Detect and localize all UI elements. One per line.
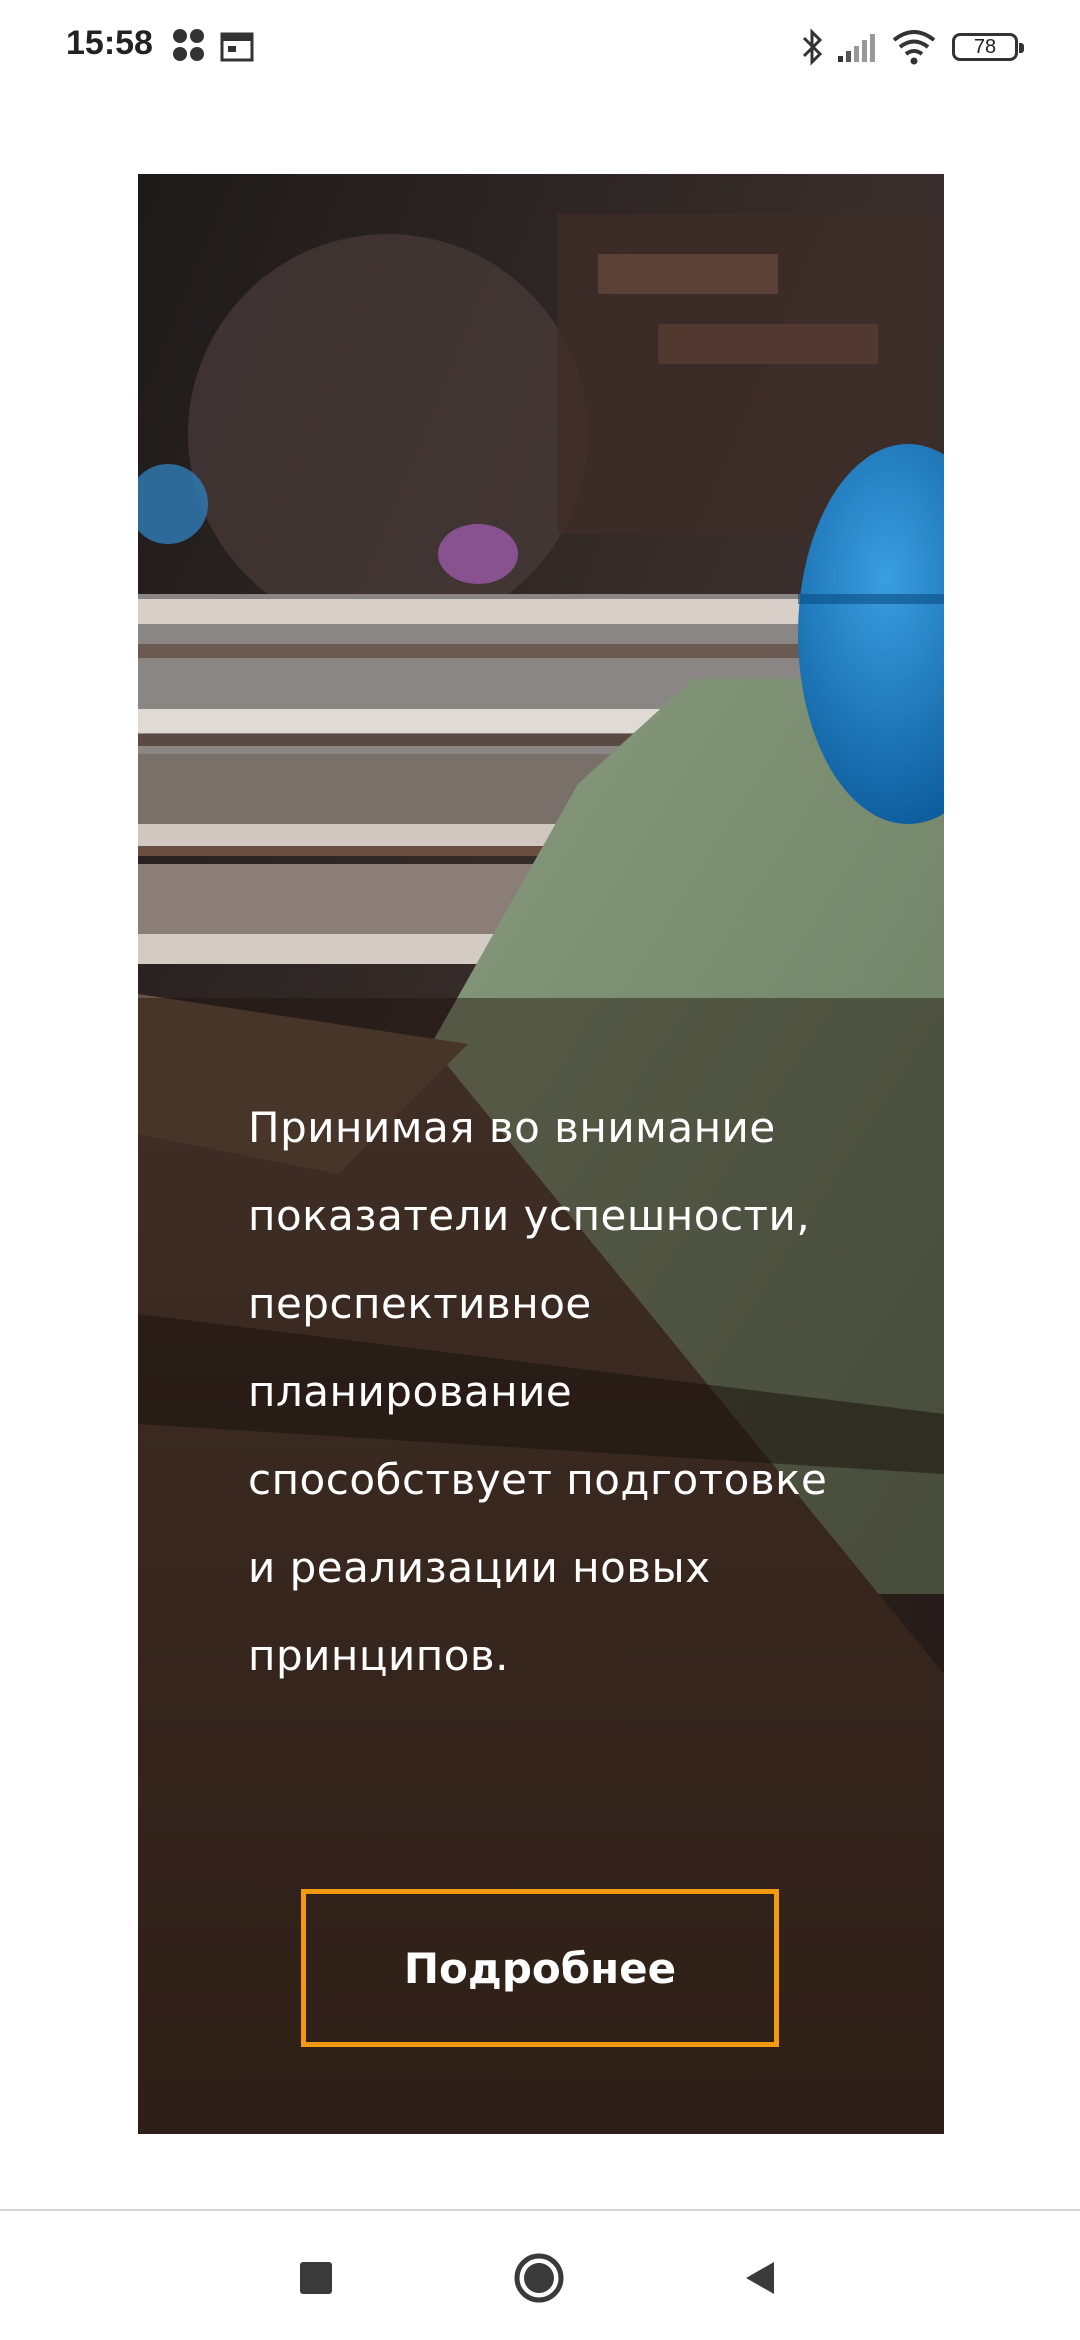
battery-icon: 78 [952,33,1024,61]
bluetooth-icon [802,28,823,66]
recent-apps-icon[interactable] [296,2258,336,2298]
notification-dots-icon [173,29,204,61]
wifi-icon [892,30,936,65]
status-time: 15:58 [66,24,153,62]
calendar-icon [220,32,254,62]
home-icon[interactable] [512,2251,566,2305]
signal-icon [838,34,875,62]
back-icon[interactable] [740,2258,780,2298]
battery-level: 78 [973,36,997,58]
more-button[interactable]: Подробнее [301,1889,779,2047]
card-description: Принимая во внимание показатели успешнос… [248,1103,828,1680]
promo-card: Принимая во внимание показатели успешнос… [138,174,944,2134]
status-bar: 15:58 78 [0,0,1080,96]
navigation-bar [0,2211,1080,2340]
